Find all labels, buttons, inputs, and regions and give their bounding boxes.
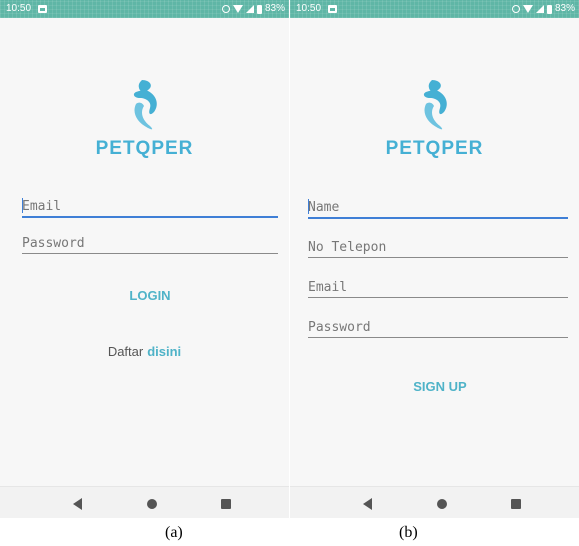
brand-name: PETQPER: [95, 138, 194, 159]
app-logo: PETQPER: [290, 78, 579, 160]
brand-name: PETQPER: [385, 138, 484, 159]
signup-button[interactable]: SIGN UP: [385, 377, 495, 395]
text-caret: [308, 199, 309, 214]
register-prompt: Daftar disini: [0, 344, 289, 359]
password-input[interactable]: [308, 317, 568, 337]
status-time: 10:50: [296, 3, 322, 14]
alarm-icon: [221, 5, 230, 13]
pet-bird-logo-icon: [133, 80, 157, 130]
register-link[interactable]: disini: [147, 344, 181, 359]
pet-bird-logo-icon: [423, 80, 447, 130]
status-bar: 10:50 83%: [0, 0, 289, 18]
status-icons: 83%: [511, 0, 575, 18]
signal-icon: [535, 5, 544, 13]
status-bar: 10:50 83%: [290, 0, 579, 18]
app-logo: PETQPER: [0, 78, 289, 160]
battery-percent: 83%: [264, 3, 285, 14]
recents-icon[interactable]: [511, 499, 521, 509]
back-icon[interactable]: [363, 498, 372, 510]
wifi-icon: [522, 5, 533, 13]
password-input[interactable]: [22, 233, 278, 253]
wifi-icon: [232, 5, 243, 13]
image-notification-icon: [38, 5, 47, 13]
home-icon[interactable]: [437, 499, 447, 509]
email-field[interactable]: [22, 196, 278, 218]
battery-percent: 83%: [554, 3, 575, 14]
phone-input[interactable]: [308, 237, 568, 257]
signal-icon: [245, 5, 254, 13]
navigation-bar: [0, 486, 289, 518]
password-field[interactable]: [308, 317, 568, 338]
email-input[interactable]: [308, 277, 568, 297]
navigation-bar: [290, 486, 579, 518]
text-caret: [22, 198, 23, 213]
signup-screen: 10:50 83% PETQPER Name No Telepon Email …: [290, 0, 579, 518]
alarm-icon: [511, 5, 520, 13]
register-prefix: Daftar: [107, 344, 144, 359]
caption-a: (a): [165, 524, 183, 541]
password-field[interactable]: [22, 233, 278, 254]
status-time: 10:50: [6, 3, 32, 14]
image-notification-icon: [328, 5, 337, 13]
name-input[interactable]: [308, 197, 568, 217]
email-field[interactable]: [308, 277, 568, 298]
back-icon[interactable]: [73, 498, 82, 510]
figure: 10:50 83% PETQPER LOGIN: [0, 0, 579, 546]
email-input[interactable]: [22, 196, 278, 216]
battery-icon: [546, 4, 552, 14]
name-field[interactable]: [308, 197, 568, 219]
status-icons: 83%: [221, 0, 285, 18]
phone-field[interactable]: [308, 237, 568, 258]
caption-b: (b): [399, 524, 418, 541]
recents-icon[interactable]: [221, 499, 231, 509]
home-icon[interactable]: [147, 499, 157, 509]
login-screen: 10:50 83% PETQPER LOGIN: [0, 0, 289, 518]
battery-icon: [256, 4, 262, 14]
login-button[interactable]: LOGIN: [100, 286, 200, 304]
